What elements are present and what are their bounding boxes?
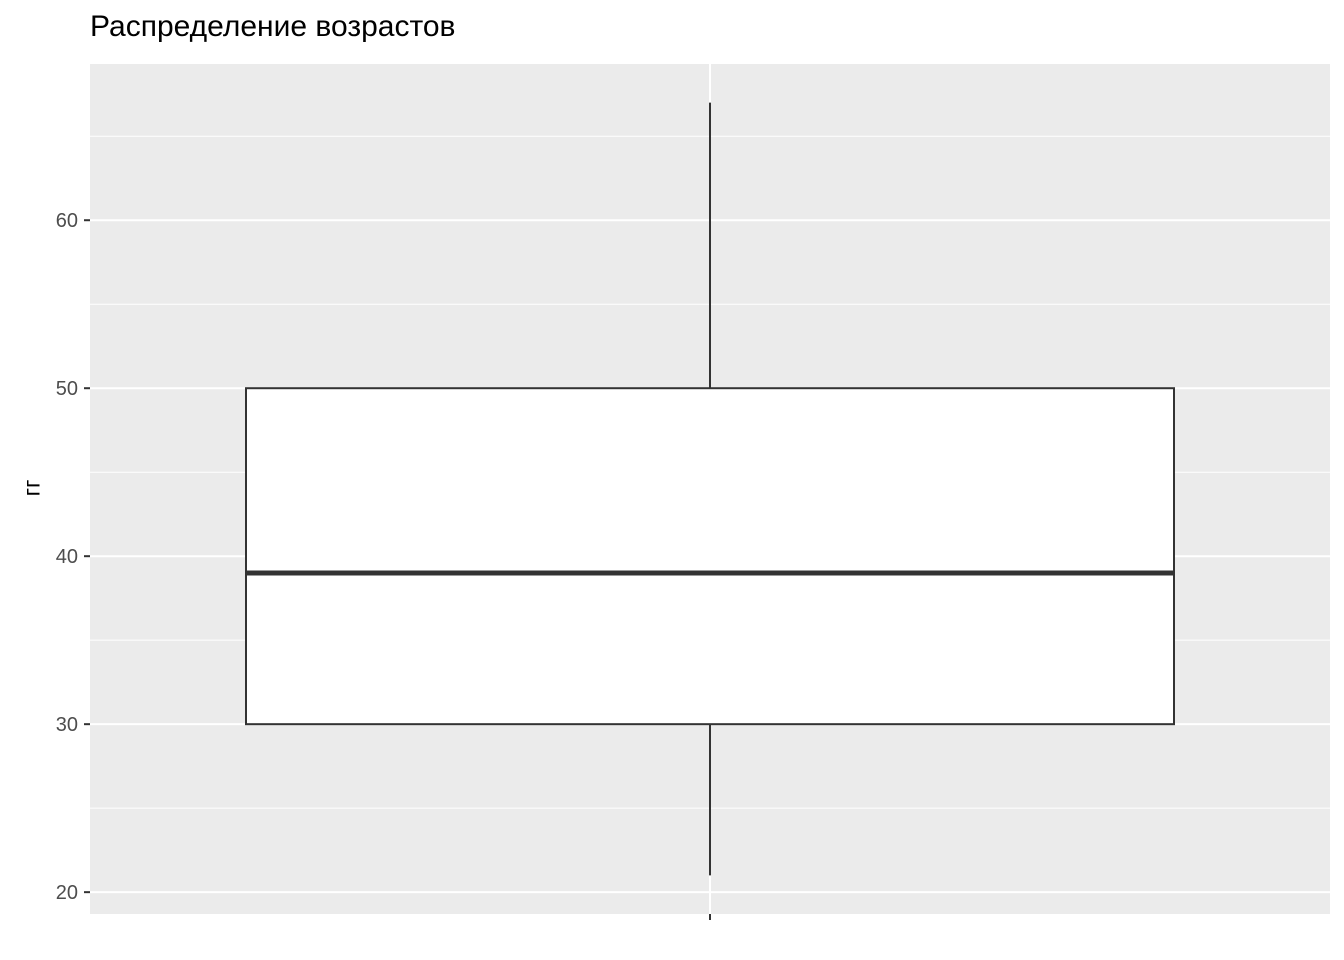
y-tick-label: 20	[56, 882, 78, 904]
y-tick-label: 40	[56, 546, 78, 568]
boxplot-chart: 20 30 40 50 60	[56, 64, 1330, 920]
y-tick-label: 30	[56, 714, 78, 736]
y-tick-label: 50	[56, 378, 78, 400]
y-axis-ticks: 20 30 40 50 60	[56, 210, 90, 904]
y-tick-label: 60	[56, 210, 78, 232]
iqr-box	[245, 387, 1175, 726]
